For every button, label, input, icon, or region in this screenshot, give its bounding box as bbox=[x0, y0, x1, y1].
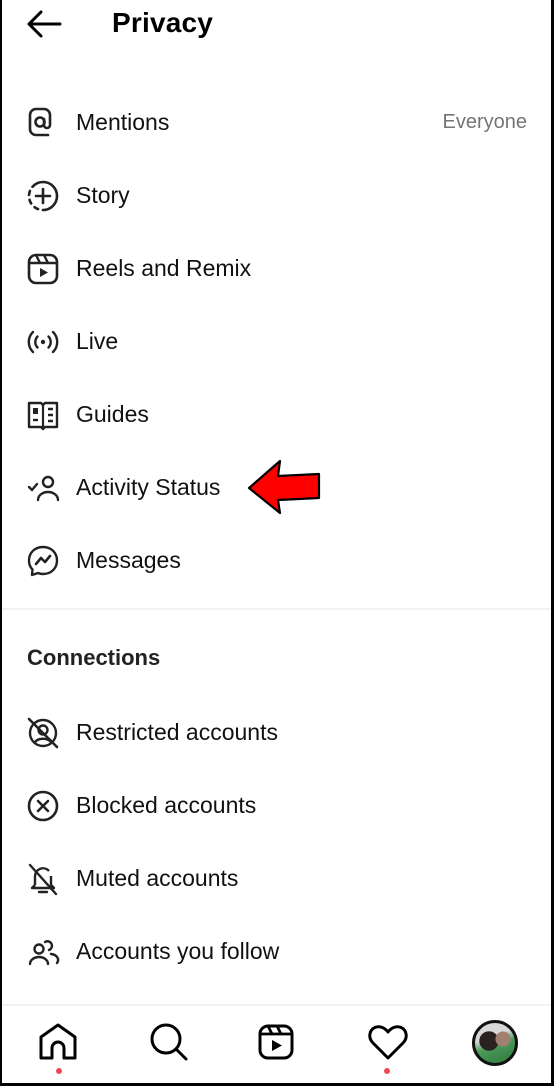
heart-icon bbox=[368, 1025, 408, 1060]
messenger-icon bbox=[24, 543, 62, 579]
home-notification-dot bbox=[56, 1068, 62, 1074]
section-divider bbox=[2, 608, 551, 610]
guides-book-icon bbox=[24, 397, 62, 433]
restricted-icon bbox=[24, 715, 62, 751]
muted-bell-icon bbox=[24, 861, 62, 897]
menu-item-reels-and-remix[interactable]: Reels and Remix bbox=[2, 238, 551, 298]
tab-reels[interactable] bbox=[254, 1020, 298, 1064]
page-title: Privacy bbox=[112, 7, 214, 38]
menu-item-label: Guides bbox=[76, 401, 149, 427]
activity-status-icon bbox=[24, 470, 62, 506]
bottom-tab-bar bbox=[2, 1006, 551, 1083]
search-icon bbox=[150, 1023, 188, 1061]
menu-item-blocked-accounts[interactable]: Blocked accounts bbox=[2, 775, 551, 835]
menu-item-label: Activity Status bbox=[76, 474, 221, 500]
at-sign-icon bbox=[24, 105, 62, 141]
reels-icon bbox=[258, 1024, 294, 1060]
privacy-screen: Privacy Mentions Everyone Story Reels an… bbox=[2, 0, 551, 1083]
tab-search[interactable] bbox=[147, 1020, 191, 1064]
menu-item-label: Muted accounts bbox=[76, 865, 239, 891]
mentions-value: Everyone bbox=[442, 111, 528, 133]
menu-item-muted-accounts[interactable]: Muted accounts bbox=[2, 848, 551, 908]
profile-avatar[interactable] bbox=[472, 1020, 518, 1066]
live-broadcast-icon bbox=[24, 324, 62, 360]
story-add-icon bbox=[24, 178, 62, 214]
menu-item-guides[interactable]: Guides bbox=[2, 384, 551, 444]
menu-item-label: Story bbox=[76, 182, 130, 208]
menu-item-accounts-you-follow[interactable]: Accounts you follow bbox=[2, 921, 551, 981]
menu-item-story[interactable]: Story bbox=[2, 165, 551, 225]
menu-item-label: Blocked accounts bbox=[76, 792, 257, 818]
menu-item-label: Restricted accounts bbox=[76, 719, 278, 745]
arrow-left-icon bbox=[27, 10, 62, 38]
back-button[interactable] bbox=[24, 6, 64, 42]
header: Privacy bbox=[2, 0, 551, 60]
red-arrow-annotation bbox=[247, 459, 321, 515]
menu-item-live[interactable]: Live bbox=[2, 311, 551, 371]
activity-notification-dot bbox=[384, 1068, 390, 1074]
menu-item-label: Accounts you follow bbox=[76, 938, 280, 964]
blocked-icon bbox=[24, 788, 62, 824]
tab-home[interactable] bbox=[36, 1020, 80, 1064]
menu-item-label: Reels and Remix bbox=[76, 255, 252, 281]
menu-item-label: Messages bbox=[76, 547, 181, 573]
menu-item-label: Mentions bbox=[76, 109, 170, 135]
home-icon bbox=[39, 1023, 77, 1060]
reels-icon bbox=[24, 251, 62, 287]
tab-activity[interactable] bbox=[366, 1020, 410, 1064]
menu-item-restricted-accounts[interactable]: Restricted accounts bbox=[2, 702, 551, 762]
menu-item-mentions[interactable]: Mentions Everyone bbox=[2, 92, 551, 152]
menu-item-label: Live bbox=[76, 328, 119, 354]
people-icon bbox=[24, 934, 62, 970]
connections-heading: Connections bbox=[27, 645, 161, 670]
menu-item-messages[interactable]: Messages bbox=[2, 530, 551, 590]
